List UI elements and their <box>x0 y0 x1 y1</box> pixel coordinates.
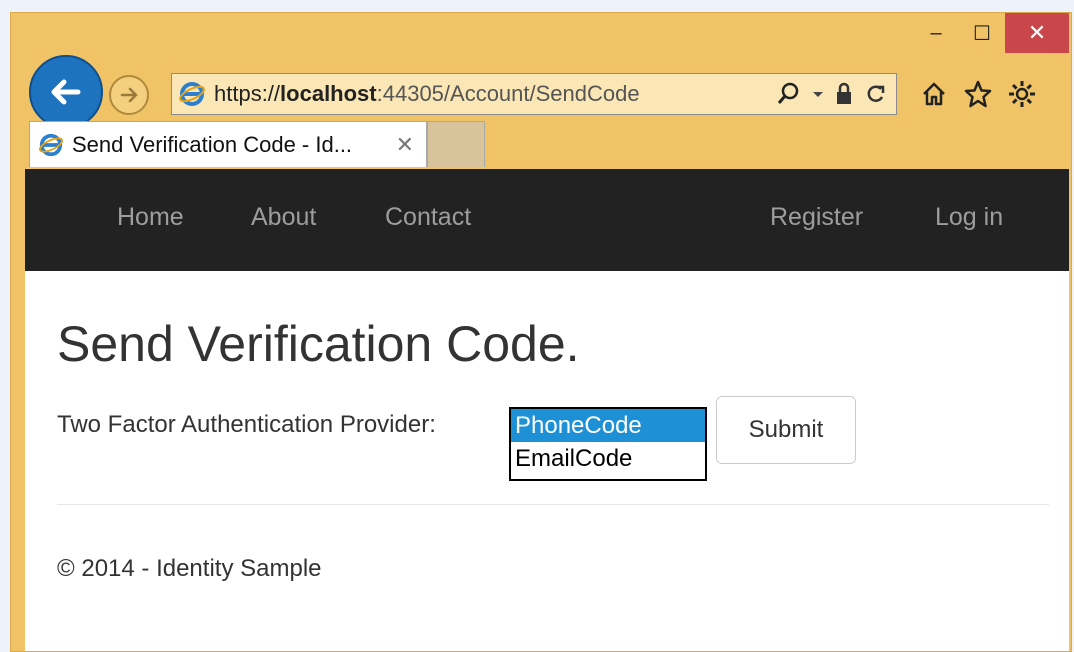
provider-select[interactable]: PhoneCode EmailCode <box>509 407 707 481</box>
tab-send-verification-code[interactable]: Send Verification Code - Id... ✕ <box>29 121 427 167</box>
dropdown-caret-icon[interactable] <box>812 81 824 107</box>
favorites-star-icon[interactable] <box>963 79 993 109</box>
ie-logo-icon <box>38 133 64 156</box>
url-text[interactable]: https://localhost:44305/Account/SendCode <box>214 81 640 107</box>
nav-about-link[interactable]: About <box>251 203 316 232</box>
window-controls: – ☐ ✕ <box>913 13 1069 57</box>
settings-gear-icon[interactable] <box>1007 79 1037 109</box>
navbar: Home About Contact Register Log in <box>25 169 1069 271</box>
nav-home-link[interactable]: Home <box>117 203 184 232</box>
new-tab-button[interactable] <box>427 121 485 167</box>
nav-login-link[interactable]: Log in <box>935 203 1003 232</box>
lock-icon[interactable] <box>834 81 854 107</box>
maximize-button[interactable]: ☐ <box>959 13 1005 53</box>
arrow-right-icon <box>120 87 138 103</box>
back-button[interactable] <box>29 55 103 129</box>
forward-button[interactable] <box>109 75 149 115</box>
minimize-button[interactable]: – <box>913 13 959 53</box>
browser-toolbar-icons <box>919 73 1037 115</box>
page-title: Send Verification Code. <box>57 316 580 372</box>
ie-logo-icon <box>179 82 205 106</box>
provider-label: Two Factor Authentication Provider: <box>57 411 436 438</box>
footer-text: © 2014 - Identity Sample <box>57 555 322 582</box>
address-bar-icons <box>776 80 886 108</box>
tab-close-icon[interactable]: ✕ <box>396 132 414 158</box>
home-icon[interactable] <box>919 79 949 109</box>
divider <box>57 504 1049 505</box>
provider-option-emailcode[interactable]: EmailCode <box>511 442 705 475</box>
address-bar[interactable]: https://localhost:44305/Account/SendCode <box>171 73 897 115</box>
arrow-left-icon <box>51 79 81 105</box>
url-host: localhost <box>280 81 377 106</box>
url-path: :44305/Account/SendCode <box>376 81 640 106</box>
refresh-icon[interactable] <box>864 81 886 107</box>
browser-window: – ☐ ✕ https://localhost:44305/Account/Se… <box>10 12 1072 652</box>
url-scheme: https:// <box>214 81 281 106</box>
provider-option-phonecode[interactable]: PhoneCode <box>511 409 705 442</box>
tab-title: Send Verification Code - Id... <box>72 131 353 157</box>
nav-register-link[interactable]: Register <box>770 203 863 232</box>
search-icon[interactable] <box>776 81 802 107</box>
close-window-button[interactable]: ✕ <box>1005 13 1069 53</box>
nav-contact-link[interactable]: Contact <box>385 203 471 232</box>
submit-button[interactable]: Submit <box>716 396 856 464</box>
web-page: Home About Contact Register Log in Send … <box>25 169 1069 651</box>
